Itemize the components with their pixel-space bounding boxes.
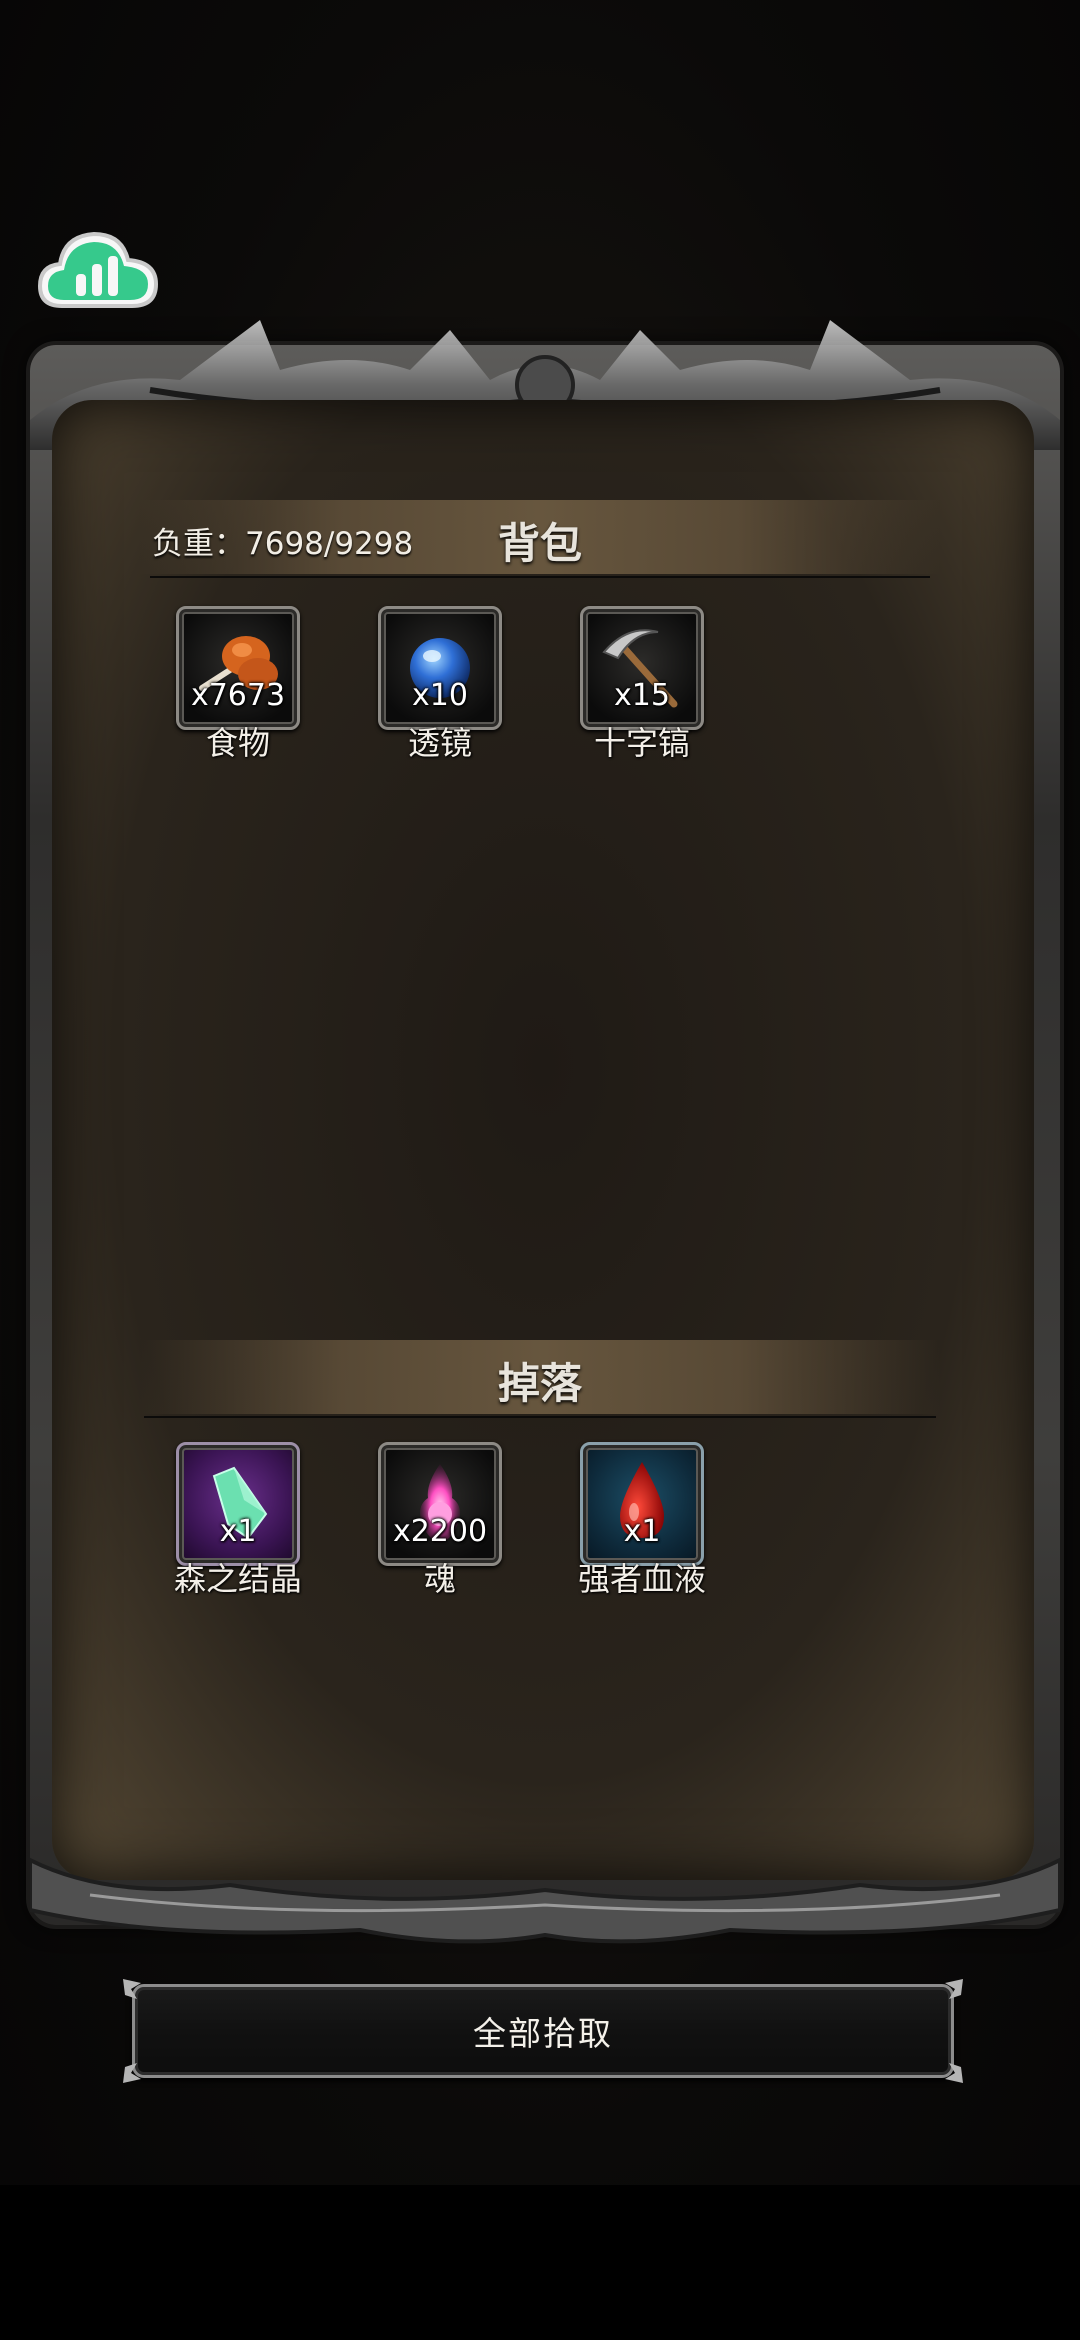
item-quantity: x10: [412, 678, 468, 713]
item-name: 十字镐: [593, 724, 690, 762]
inventory-item-lens[interactable]: x10 透镜: [378, 606, 502, 762]
drop-item-soul[interactable]: x2200 魂: [378, 1442, 502, 1598]
pick-up-all-label: 全部拾取: [473, 2014, 613, 2053]
inventory-item-pickaxe[interactable]: x15 十字镐: [580, 606, 704, 762]
item-quantity: x15: [614, 678, 670, 713]
drops-title: 掉落: [497, 1359, 582, 1408]
item-quantity: x1: [219, 1514, 257, 1549]
item-quantity: x2200: [392, 1514, 488, 1549]
dragon-ornament-bottom: [30, 1857, 1060, 1944]
item-name: 强者血液: [577, 1560, 706, 1598]
drop-item-forest-crystal[interactable]: x1 森之结晶: [174, 1442, 302, 1598]
item-name: 食物: [205, 724, 270, 762]
item-name: 魂: [423, 1560, 456, 1598]
button-corner-ornament-right: [945, 1979, 963, 1999]
item-name: 透镜: [407, 724, 472, 762]
button-corner-ornament-bottom-left: [123, 2063, 141, 2083]
item-name: 森之结晶: [173, 1560, 302, 1598]
drop-item-strong-blood[interactable]: x1 强者血液: [578, 1442, 706, 1598]
weight-capacity-label: 负重：7698/9298: [152, 526, 414, 562]
button-corner-ornament-bottom-right: [945, 2063, 963, 2083]
cloud-stats-icon[interactable]: [34, 222, 162, 318]
button-corner-ornament-left: [123, 1979, 141, 1999]
item-quantity: x1: [623, 1514, 661, 1549]
game-screen: 背包 负重：7698/9298 x7673 食物 x10 透镜 x15 十字镐 …: [0, 0, 1080, 2340]
inventory-item-food[interactable]: x7673 食物: [176, 606, 300, 762]
item-quantity: x7673: [190, 678, 286, 713]
backpack-divider: [150, 576, 930, 578]
bottom-bar: [0, 2185, 1080, 2340]
drops-divider: [144, 1416, 936, 1418]
pick-up-all-button[interactable]: 全部拾取: [123, 1979, 963, 2083]
